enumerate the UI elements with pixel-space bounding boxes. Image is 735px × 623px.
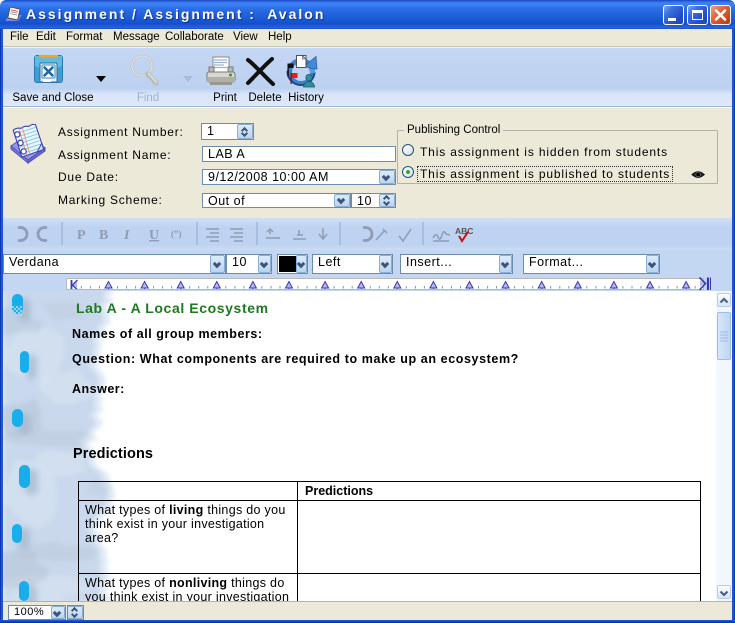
svg-text:U: U — [149, 228, 159, 243]
svg-text:B: B — [99, 228, 108, 243]
svg-text:I: I — [123, 228, 130, 243]
svg-text:P: P — [77, 228, 86, 243]
svg-text:ABC: ABC — [455, 226, 473, 236]
svg-text:(”): (”) — [171, 229, 182, 239]
